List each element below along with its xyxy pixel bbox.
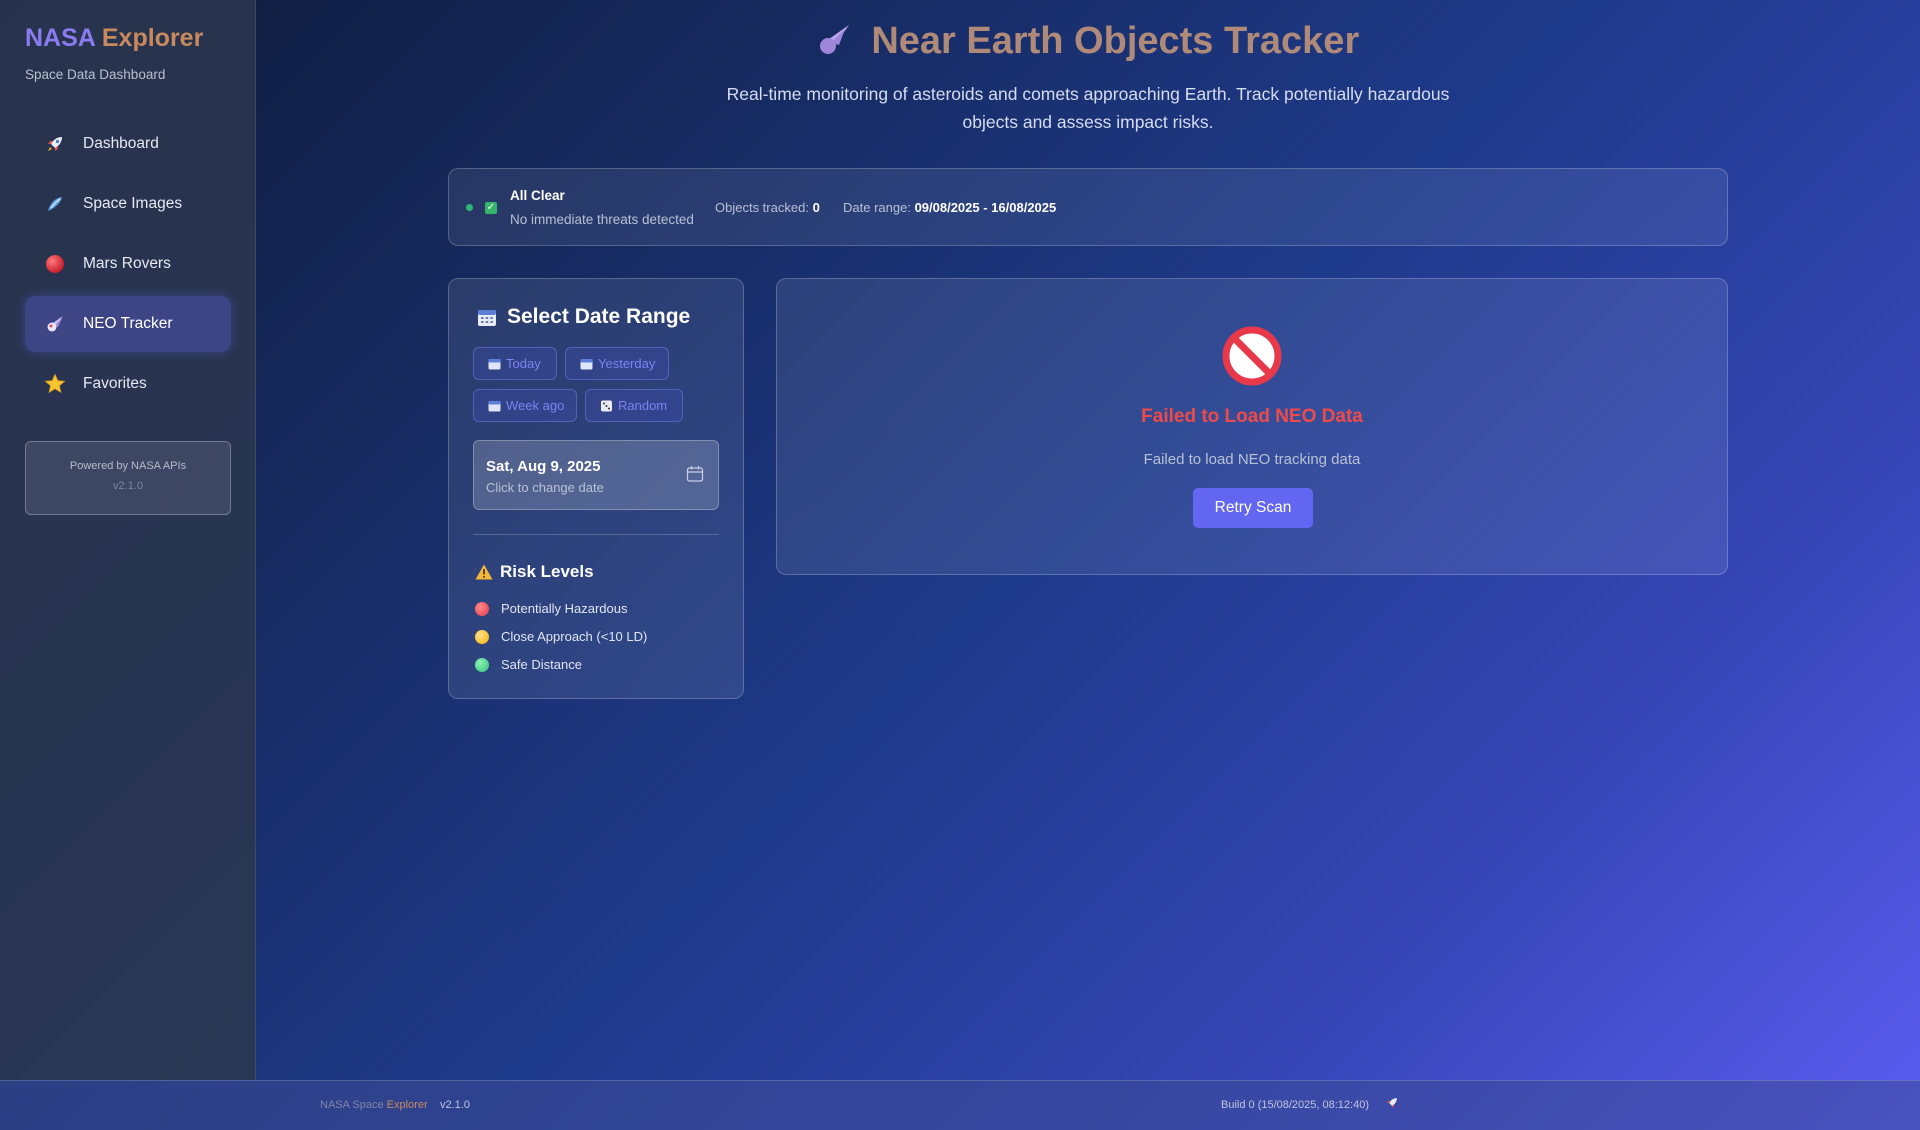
red-dot-icon bbox=[475, 601, 489, 616]
brand-subtitle: Space Data Dashboard bbox=[25, 67, 166, 82]
date-picker-field[interactable]: Sat, Aug 9, 2025 Click to change date bbox=[473, 440, 719, 510]
red-planet-icon bbox=[44, 253, 66, 275]
powered-by-card: Powered by NASA APIs v2.1.0 bbox=[25, 441, 231, 515]
sidebar-item-label: Space Images bbox=[83, 195, 183, 212]
risk-item-label: Potentially Hazardous bbox=[501, 601, 628, 616]
week-ago-button[interactable]: Week ago bbox=[473, 389, 577, 422]
comet-icon bbox=[44, 313, 66, 335]
sidebar-version: v2.1.0 bbox=[113, 480, 143, 492]
date-range-panel: Select Date Range Today Yesterday Week a… bbox=[448, 278, 744, 699]
footer-brand-prefix: NASA Space bbox=[320, 1099, 384, 1111]
star-icon bbox=[44, 373, 66, 395]
error-message: Failed to load NEO tracking data bbox=[1143, 451, 1361, 468]
warning-icon bbox=[475, 564, 493, 580]
sidebar-item-mars-rovers[interactable]: Mars Rovers bbox=[25, 236, 231, 292]
week-ago-button-label: Week ago bbox=[506, 398, 565, 413]
green-dot-icon bbox=[475, 657, 489, 672]
prohibited-icon bbox=[1222, 326, 1282, 386]
status-description: No immediate threats detected bbox=[510, 212, 694, 227]
footer-build-info: Build 0 (15/08/2025, 08:12:40) bbox=[1221, 1099, 1370, 1111]
objects-tracked-value: 0 bbox=[812, 200, 820, 215]
neo-error-panel: Failed to Load NEO Data Failed to load N… bbox=[776, 278, 1728, 575]
sidebar-item-favorites[interactable]: Favorites bbox=[25, 356, 231, 412]
risk-item-label: Close Approach (<10 LD) bbox=[501, 629, 648, 644]
risk-levels-title: Risk Levels bbox=[475, 562, 594, 582]
calendar-icon bbox=[488, 400, 501, 411]
status-bar: ✓ All Clear No immediate threats detecte… bbox=[448, 168, 1728, 246]
error-title: Failed to Load NEO Data bbox=[1141, 406, 1363, 427]
date-range-value: 09/08/2025 - 16/08/2025 bbox=[914, 200, 1057, 215]
panel-divider bbox=[473, 534, 719, 535]
calendar-outline-icon bbox=[686, 466, 704, 482]
objects-tracked-stat: Objects tracked: 0 bbox=[715, 200, 820, 215]
sidebar-item-label: Mars Rovers bbox=[83, 255, 171, 272]
date-panel-title-text: Select Date Range bbox=[507, 305, 691, 328]
risk-item-safe: Safe Distance bbox=[475, 657, 582, 672]
check-icon: ✓ bbox=[485, 202, 497, 214]
powered-by-text: Powered by NASA APIs bbox=[69, 460, 187, 472]
date-range-label: Date range: bbox=[843, 200, 911, 215]
footer: NASA Space Explorer v2.1.0 Build 0 (15/0… bbox=[0, 1080, 1920, 1130]
rocket-icon bbox=[44, 133, 66, 155]
retry-scan-button[interactable]: Retry Scan bbox=[1193, 488, 1313, 528]
footer-brand: NASA Space Explorer bbox=[320, 1099, 428, 1111]
calendar-icon bbox=[488, 358, 501, 369]
calendar-icon bbox=[478, 310, 496, 326]
objects-tracked-label: Objects tracked: bbox=[715, 200, 809, 215]
rocket-icon bbox=[1385, 1096, 1399, 1113]
selected-date: Sat, Aug 9, 2025 bbox=[486, 458, 601, 475]
yesterday-button[interactable]: Yesterday bbox=[565, 347, 669, 380]
yellow-dot-icon bbox=[475, 629, 489, 644]
brand-part2: Explorer bbox=[101, 24, 204, 52]
random-button[interactable]: Random bbox=[585, 389, 683, 422]
random-button-label: Random bbox=[618, 398, 668, 413]
sidebar-nav: Dashboard Space Images Mars Rovers NEO T… bbox=[25, 116, 231, 416]
sidebar: NASA Explorer Space Data Dashboard Dashb… bbox=[0, 0, 256, 1080]
footer-brand-accent: Explorer bbox=[386, 1099, 428, 1111]
date-range-stat: Date range: 09/08/2025 - 16/08/2025 bbox=[843, 200, 1056, 215]
comet-icon bbox=[817, 20, 862, 62]
sidebar-item-label: NEO Tracker bbox=[83, 315, 173, 332]
sidebar-item-neo-tracker[interactable]: NEO Tracker bbox=[25, 296, 231, 352]
date-panel-title: Select Date Range bbox=[477, 305, 690, 329]
risk-item-label: Safe Distance bbox=[501, 657, 582, 672]
page-title: Near Earth Objects Tracker bbox=[256, 20, 1920, 63]
footer-version: v2.1.0 bbox=[440, 1099, 470, 1111]
sidebar-item-label: Favorites bbox=[83, 375, 147, 392]
status-title: All Clear bbox=[510, 188, 565, 203]
sidebar-item-label: Dashboard bbox=[83, 135, 159, 152]
page-title-text: Near Earth Objects Tracker bbox=[871, 20, 1360, 62]
yesterday-button-label: Yesterday bbox=[598, 356, 656, 371]
risk-item-hazardous: Potentially Hazardous bbox=[475, 601, 627, 616]
today-button[interactable]: Today bbox=[473, 347, 557, 380]
risk-item-close-approach: Close Approach (<10 LD) bbox=[475, 629, 647, 644]
page-description: Real-time monitoring of asteroids and co… bbox=[726, 84, 1450, 132]
sidebar-item-space-images[interactable]: Space Images bbox=[25, 176, 231, 232]
status-indicator-dot bbox=[466, 204, 473, 211]
today-button-label: Today bbox=[506, 356, 541, 371]
calendar-icon bbox=[580, 358, 593, 369]
risk-levels-title-text: Risk Levels bbox=[500, 562, 594, 581]
app-brand[interactable]: NASA Explorer bbox=[25, 24, 203, 53]
brand-part1: NASA bbox=[25, 24, 95, 52]
date-picker-hint: Click to change date bbox=[486, 480, 604, 495]
sidebar-item-dashboard[interactable]: Dashboard bbox=[25, 116, 231, 172]
telescope-icon bbox=[44, 193, 66, 215]
dice-icon bbox=[601, 400, 612, 411]
